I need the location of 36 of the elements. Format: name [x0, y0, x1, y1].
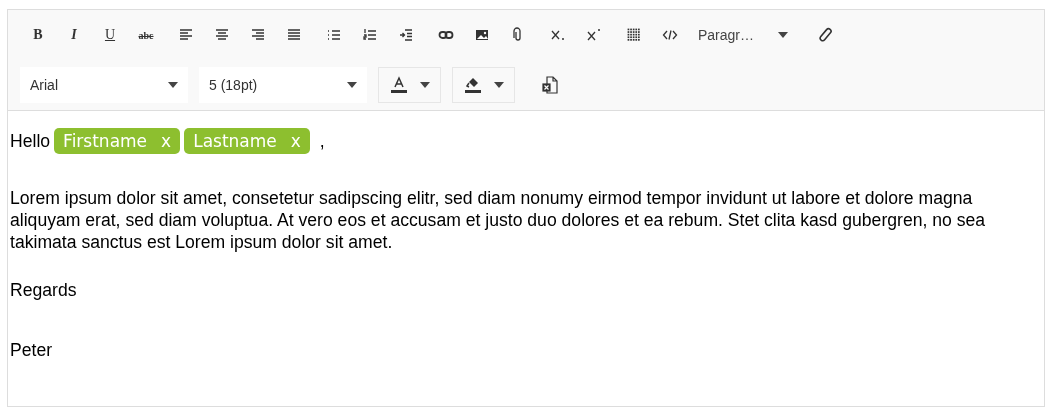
- punctuation-text: ,: [319, 130, 325, 152]
- paint-bucket-icon: [463, 76, 482, 94]
- bullets-icon: [326, 27, 342, 43]
- font-size-select[interactable]: 5 (18pt): [199, 67, 367, 103]
- text-color-icon: [389, 76, 408, 94]
- align-left-icon: [178, 27, 194, 43]
- superscript-icon: [586, 27, 602, 43]
- table-icon: [626, 27, 642, 43]
- caret-icon: [168, 82, 178, 88]
- tag-label: Lastname: [193, 131, 277, 151]
- paragraph-text: Regards: [10, 279, 78, 301]
- caret-icon: [347, 82, 357, 88]
- paragraph-text: Lorem ipsum dolor sit amet, consetetur sadipscing elitr, sed diam nonumy eirmod tempor invidunt ut labore et dolore magna aliquyam erat, sed diam voluptua. At vero eos et accusam et justo duo dolores et ea rebum. Stet clita kasd gubergren, no sea takimata sanctus est Lorem ipsum dolor sit amet.: [10, 187, 987, 253]
- caret-icon: [778, 32, 789, 38]
- highlight-color-button[interactable]: [452, 67, 515, 103]
- underline-button[interactable]: U: [92, 20, 128, 50]
- strike-button[interactable]: abc: [128, 20, 164, 50]
- caret-icon: [419, 82, 430, 88]
- format-dropdown[interactable]: Paragr…: [698, 20, 789, 50]
- text-color-button[interactable]: [378, 67, 441, 103]
- italic-button[interactable]: I: [56, 20, 92, 50]
- code-icon: [662, 27, 678, 43]
- bold-button[interactable]: B: [20, 20, 56, 50]
- align-center-icon: [214, 27, 230, 43]
- align-right-icon: [250, 27, 266, 43]
- font-select[interactable]: Arial: [20, 67, 188, 103]
- justify-icon: [286, 27, 302, 43]
- clear-icon: [818, 27, 835, 43]
- indent-icon: [398, 27, 414, 43]
- tag-label: Firstname: [63, 131, 148, 151]
- image-icon: [474, 27, 490, 43]
- excel-file-icon: [542, 76, 558, 94]
- greeting-text: Hello: [10, 130, 51, 152]
- paragraph-text: Peter: [10, 339, 54, 361]
- numbers-icon: [362, 27, 378, 43]
- caret-icon: [493, 82, 504, 88]
